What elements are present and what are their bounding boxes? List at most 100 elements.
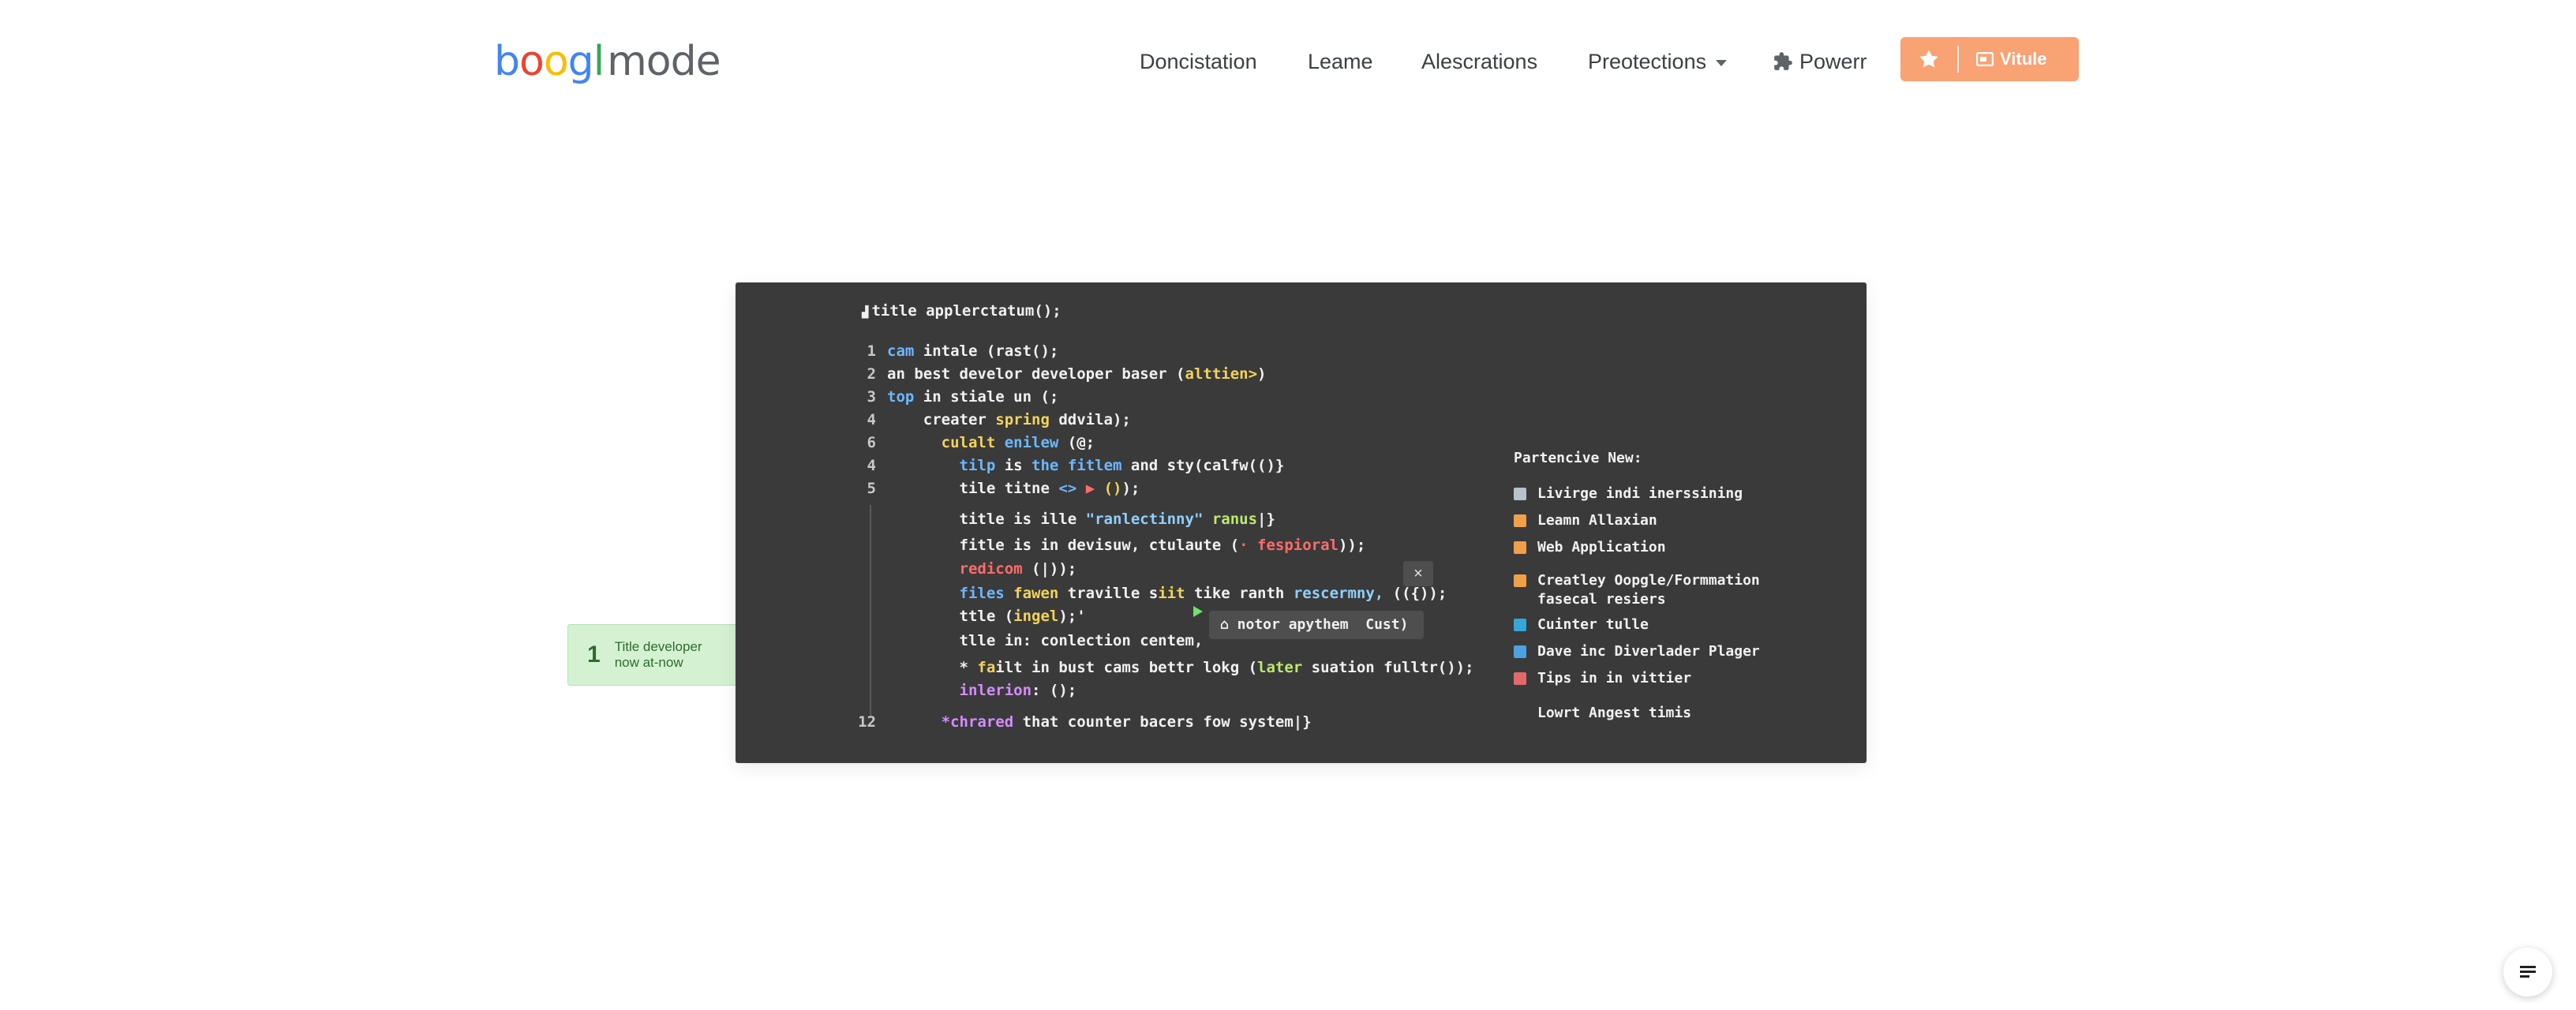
code-token: title is ille	[887, 511, 1086, 528]
code-token: tlle in: conlection centem,	[887, 632, 1204, 649]
code-token: an best develor developer baser (	[887, 365, 1185, 383]
nav-item-powerr[interactable]: Powerr	[1773, 44, 1867, 79]
side-panel-item-label: Livirge indi inerssining	[1537, 485, 1743, 502]
side-panel-item-label: Creatley Oopgle/Formmation fasecal resie…	[1537, 572, 1760, 608]
star-icon[interactable]	[1900, 37, 1957, 81]
code-token: <>	[1058, 480, 1077, 497]
code-token: and sty(calfw(()}	[1121, 457, 1285, 474]
logo-letter: b	[494, 38, 520, 85]
play-icon[interactable]	[1193, 606, 1203, 617]
logo[interactable]: boogl mode	[494, 36, 721, 87]
code-line[interactable]: * failt in bust cams bettr lokg (later s…	[887, 657, 1474, 678]
code-line[interactable]: culalt enilew (@;	[887, 432, 1095, 453]
chevron-down-icon	[1716, 59, 1728, 66]
code-header: ▟ title applerctatum();	[862, 301, 1061, 321]
code-token: "ranlectinny"	[1085, 511, 1204, 528]
line-number: 2	[867, 365, 876, 383]
side-panel-item-label: Leamn Allaxian	[1537, 512, 1657, 529]
code-token: suation fulltr());	[1302, 659, 1474, 676]
info-icon	[1514, 619, 1526, 631]
code-token: fitle is in devisuw, ctulaute (	[887, 537, 1240, 554]
code-token: enilew	[995, 434, 1059, 451]
side-panel-title: Partencive New:	[1514, 450, 1642, 466]
code-line[interactable]: cam intale (rast();	[887, 341, 1058, 361]
code-line[interactable]: tile titne <> ▶ ());	[887, 478, 1140, 499]
grid-icon	[1514, 672, 1526, 685]
code-line[interactable]: creater spring ddvila);	[887, 410, 1131, 430]
code-line[interactable]: ttle (ingel);'	[887, 606, 1086, 627]
indent-guide	[870, 505, 871, 718]
code-line[interactable]: top in stiale un (;	[887, 387, 1058, 407]
code-token: ranus	[1211, 511, 1258, 528]
puzzle-icon	[1774, 52, 1792, 70]
code-line[interactable]: an best develor developer baser (alttien…	[887, 364, 1266, 384]
close-icon[interactable]: ×	[1403, 561, 1433, 586]
code-token: redicom	[959, 560, 1023, 578]
code-token: fawen	[1004, 585, 1059, 602]
side-panel-item[interactable]: Dave inc Diverlader Plager	[1514, 642, 1782, 661]
code-token: culalt	[941, 434, 996, 451]
nav-item-preotections-label: Preotections	[1588, 50, 1707, 73]
side-panel-item-label: Cuinter tulle	[1537, 616, 1649, 633]
code-token: spring	[995, 411, 1050, 428]
code-line[interactable]: fitle is in devisuw, ctulaute (· fespior…	[887, 535, 1366, 556]
nav-item-alescrations[interactable]: Alescrations	[1421, 44, 1537, 79]
code-token: tile titne	[887, 480, 1059, 497]
side-panel-item[interactable]: Web Application	[1514, 538, 1782, 557]
logo-suffix: mode	[607, 38, 721, 85]
code-token: ));	[1338, 537, 1366, 554]
nav-item-preotections[interactable]: Preotections	[1588, 44, 1728, 79]
code-token: tilp	[959, 457, 996, 474]
code-line[interactable]: tlle in: conlection centem,	[887, 630, 1204, 651]
side-panel-item[interactable]: Leamn Allaxian	[1514, 511, 1782, 530]
side-panel-item[interactable]: Tips in in vittier	[1514, 669, 1782, 688]
code-token: · fespioral	[1239, 537, 1339, 554]
code-token: in stiale un (;	[914, 388, 1059, 406]
nav-item-powerr-label: Powerr	[1799, 50, 1867, 73]
code-token: fitlem	[1058, 457, 1122, 474]
code-token: ilt in bust cams bettr lokg (	[995, 659, 1258, 676]
code-line[interactable]: title is ille "ranlectinny" ranus|}	[887, 509, 1275, 529]
line-number: 12	[858, 713, 876, 731]
side-panel-item[interactable]: Creatley Oopgle/Formmation fasecal resie…	[1514, 571, 1782, 609]
code-token: ()	[1103, 480, 1122, 497]
code-token: (|));	[1022, 560, 1077, 578]
code-line[interactable]: redicom (|));	[887, 559, 1077, 579]
code-token: rescermny,	[1293, 585, 1384, 602]
code-token: files	[959, 585, 1005, 602]
code-line[interactable]: tilp is the fitlem and sty(calfw(()}	[887, 455, 1285, 476]
code-token: );'	[1058, 608, 1086, 625]
square-icon	[1514, 514, 1526, 527]
developer-card[interactable]: 1 Title developer now at-now	[567, 624, 762, 686]
line-number: 1	[867, 342, 876, 360]
line-number: 6	[867, 434, 876, 451]
code-token: ttle (	[887, 608, 1014, 625]
bag-icon	[1514, 541, 1526, 554]
side-panel-item-label: Web Application	[1537, 539, 1666, 556]
card-text: Title developer now at-now	[615, 639, 702, 671]
nav-item-leame[interactable]: Leame	[1308, 44, 1373, 79]
chat-button[interactable]	[2503, 948, 2552, 997]
chat-icon	[2520, 966, 2536, 978]
chart-icon: ▟	[862, 306, 869, 319]
code-token: )	[1257, 365, 1267, 383]
side-panel-item[interactable]: Cuinter tulle	[1514, 615, 1782, 634]
code-line[interactable]: *chrared that counter bacers fow system|…	[887, 712, 1312, 732]
code-line[interactable]: inlerion: ();	[887, 680, 1077, 701]
side-panel-item[interactable]: Lowrt Angest timis	[1514, 704, 1782, 723]
code-token: intale (rast();	[914, 342, 1059, 360]
nav-item-doncistation[interactable]: Doncistation	[1140, 44, 1257, 79]
code-token: );	[1121, 480, 1140, 497]
vitule-button[interactable]: Vitule	[1900, 37, 2079, 81]
side-panel-item[interactable]: Livirge indi inerssining	[1514, 484, 1782, 503]
code-line[interactable]: files fawen traville siit tike ranth res…	[887, 583, 1447, 604]
card-line-2: now at-now	[614, 655, 683, 670]
